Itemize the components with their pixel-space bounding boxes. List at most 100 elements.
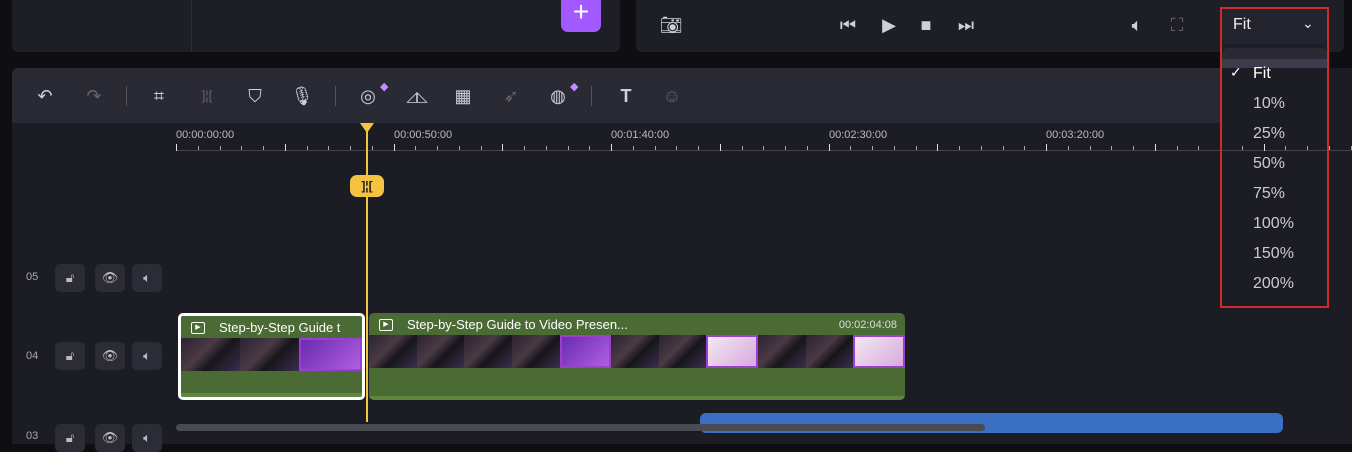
ruler-tick [763, 146, 765, 150]
ruler-tick [176, 144, 177, 151]
ruler-tick [872, 146, 873, 150]
audio-waveform [181, 393, 362, 397]
ruler-tick [1111, 146, 1113, 150]
zoom-option-100[interactable]: 100% [1224, 209, 1328, 239]
ruler-tick [1089, 146, 1091, 150]
play-icon[interactable]: ▶ [877, 13, 901, 37]
ruler-tick [567, 146, 569, 150]
premium-gem-icon: ◆ [380, 81, 389, 93]
zoom-option-150[interactable]: 150% [1224, 239, 1328, 269]
next-frame-icon[interactable]: ⏭︎ [954, 13, 978, 37]
media-panel [12, 0, 620, 52]
video-clip[interactable]: ▶ Step-by-Step Guide to Video Presen... … [369, 313, 905, 400]
ruler-tick [980, 146, 982, 150]
zoom-option-10[interactable]: 10% [1224, 89, 1328, 119]
ruler-tick [741, 146, 743, 150]
playhead-line[interactable] [366, 128, 368, 422]
volume-icon[interactable]: 🔈︎ [1125, 13, 1149, 37]
ruler-baseline [176, 150, 1352, 151]
ruler-tick [1002, 146, 1004, 150]
zoom-option-fit[interactable]: Fit [1224, 59, 1328, 89]
mirror-icon[interactable]: ◿◺ [405, 84, 429, 108]
stop-icon[interactable]: ■ [914, 13, 938, 37]
eye-icon[interactable]: 👁︎ [95, 264, 125, 292]
ruler-tick [219, 146, 221, 150]
ruler-tick [1176, 146, 1178, 150]
ruler-tick [654, 146, 656, 150]
ruler-tick [698, 146, 699, 150]
marker-icon[interactable]: ⛉ [243, 84, 267, 108]
ruler-tick [480, 146, 482, 150]
track-number: 03 [26, 430, 39, 442]
ruler-tick [437, 146, 438, 150]
video-clip-icon: ▶ [379, 319, 393, 331]
undo-icon[interactable]: ↶ [33, 84, 57, 108]
ruler-label: 00:00:50:00 [394, 129, 453, 141]
snapshot-camera-icon[interactable]: 📷︎ [659, 13, 683, 37]
ruler-tick [893, 146, 895, 150]
zoom-option-75[interactable]: 75% [1224, 179, 1328, 209]
clip-title: Step-by-Step Guide to Video Presen... [407, 317, 628, 332]
ruler-tick [850, 146, 852, 150]
ruler-tick [263, 146, 264, 150]
add-button[interactable]: + [561, 0, 601, 32]
ruler-label: 00:01:40:00 [611, 129, 670, 141]
ruler-tick [632, 146, 634, 150]
microphone-icon[interactable]: 🎙︎ [290, 84, 314, 108]
speaker-icon[interactable]: 🔈︎ [132, 342, 162, 370]
ruler-tick [806, 146, 808, 150]
zoom-select[interactable]: Fit ⌄ [1222, 8, 1327, 44]
ruler-tick [719, 144, 721, 151]
premium-gem-icon: ◆ [570, 81, 579, 93]
redo-icon[interactable]: ↷ [82, 84, 106, 108]
ruler-tick [197, 146, 199, 150]
ruler-tick [502, 144, 504, 151]
color-match-icon[interactable]: ◍ [546, 84, 570, 108]
audio-waveform [369, 396, 905, 400]
track-number: 05 [26, 271, 39, 283]
horizontal-scrollbar[interactable] [176, 424, 985, 431]
lock-icon[interactable]: 🔓︎ [55, 424, 85, 452]
ruler-tick [350, 146, 351, 150]
ai-portrait-icon[interactable]: ◎ [356, 84, 380, 108]
zoom-option-200[interactable]: 200% [1224, 269, 1328, 299]
ruler-label: 00:03:20:00 [1046, 129, 1105, 141]
zoom-select-value: Fit [1233, 16, 1251, 33]
lock-icon[interactable]: 🔓︎ [55, 342, 85, 370]
speaker-icon[interactable]: 🔈︎ [132, 424, 162, 452]
speech-to-text-icon[interactable]: T [614, 84, 638, 108]
video-clip-selected[interactable]: ▶ Step-by-Step Guide t [178, 313, 365, 400]
panel-divider [191, 0, 192, 52]
eye-icon[interactable]: 👁︎ [95, 342, 125, 370]
split-at-playhead-button[interactable]: ]¦[ [350, 175, 384, 197]
speaker-icon[interactable]: 🔈︎ [132, 264, 162, 292]
clip-title: Step-by-Step Guide t [219, 320, 341, 335]
ruler-tick [937, 144, 939, 151]
ruler-tick [306, 146, 308, 150]
previous-frame-icon[interactable]: ⏮︎ [836, 13, 860, 37]
toolbar-divider [126, 86, 127, 106]
ruler-tick [589, 146, 591, 150]
split-icon[interactable]: ]¦[ [195, 84, 219, 108]
motion-tracking-icon[interactable]: ➶ [499, 84, 523, 108]
ruler-tick [1154, 144, 1156, 151]
ruler-tick [1220, 146, 1221, 150]
ruler-tick [1046, 144, 1047, 151]
ruler-tick [1350, 146, 1352, 150]
ruler-tick [785, 146, 786, 150]
zoom-option-25[interactable]: 25% [1224, 119, 1328, 149]
toolbar-divider [335, 86, 336, 106]
fullscreen-icon[interactable]: ⛶ [1165, 13, 1189, 37]
text-to-speech-icon[interactable]: ☺ [660, 84, 684, 108]
chevron-down-icon: ⌄ [1302, 15, 1314, 31]
eye-icon[interactable]: 👁︎ [95, 424, 125, 452]
zoom-option-50[interactable]: 50% [1224, 149, 1328, 179]
mosaic-icon[interactable]: ▦ [451, 84, 475, 108]
playhead-handle[interactable] [360, 123, 374, 133]
crop-icon[interactable]: ⌗ [147, 84, 171, 108]
lock-icon[interactable]: 🔓︎ [55, 264, 85, 292]
ruler-tick [915, 146, 917, 150]
clip-duration: 00:02:04:08 [838, 319, 897, 331]
ruler-tick [371, 146, 373, 150]
ruler-tick [415, 146, 417, 150]
